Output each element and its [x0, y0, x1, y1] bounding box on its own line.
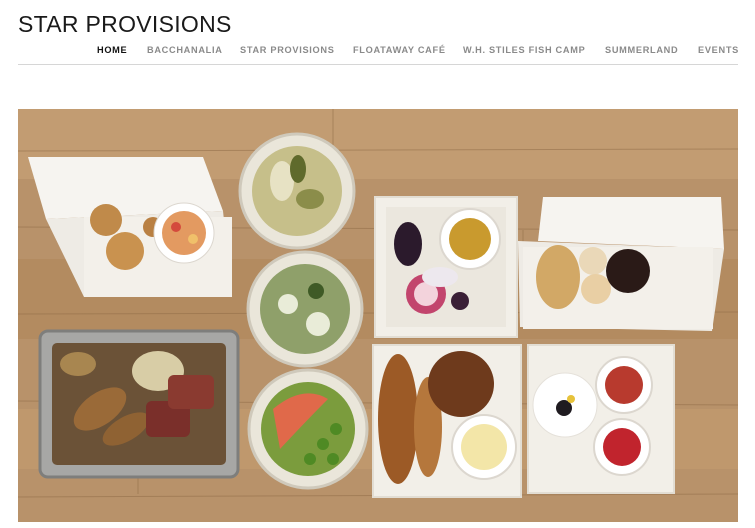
nav-bacchanalia[interactable]: BACCHANALIA — [147, 44, 223, 56]
herb-salad-container — [246, 250, 364, 368]
steak-foil-tray — [38, 329, 240, 479]
pastry-box-right — [518, 197, 724, 331]
nav-home[interactable]: HOME — [97, 44, 127, 56]
nav-star-provisions[interactable]: STAR PROVISIONS — [240, 44, 335, 56]
main-nav: HOME BACCHANALIA STAR PROVISIONS FLOATAW… — [0, 44, 755, 58]
hero-image — [18, 109, 738, 522]
nav-wh-stiles-fish-camp[interactable]: W.H. STILES FISH CAMP — [463, 44, 585, 56]
nav-events[interactable]: EVENTS — [698, 44, 739, 56]
nav-summerland[interactable]: SUMMERLAND — [605, 44, 678, 56]
nav-floataway-cafe[interactable]: FLOATAWAY CAFÉ — [353, 44, 446, 56]
beet-salad-box — [374, 196, 518, 338]
pickles-container — [238, 132, 356, 250]
lobster-peas-container — [247, 368, 369, 490]
header-divider — [18, 64, 738, 65]
hero-food-photo — [18, 109, 738, 522]
site-title[interactable]: STAR PROVISIONS — [18, 11, 232, 38]
dessert-box — [527, 344, 675, 494]
bread-box — [372, 344, 522, 498]
